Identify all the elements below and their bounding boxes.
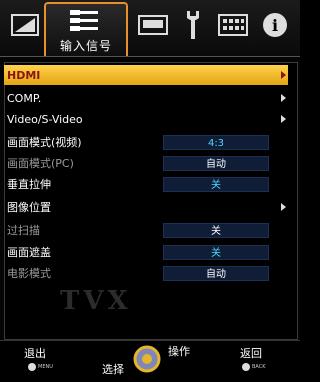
- menu-item-label: 画面模式(PC): [7, 157, 74, 170]
- chevron-right-icon: [281, 115, 286, 123]
- menu-item-label: 画面遮盖: [7, 246, 51, 259]
- tab-screen[interactable]: [134, 6, 172, 44]
- tab-input-signal-label: 输入信号: [59, 38, 112, 53]
- input-signal-icon: [70, 9, 98, 31]
- aspect-video-value[interactable]: 4:3: [163, 134, 269, 150]
- menu-item-aspect-video[interactable]: 画面模式(视频) 4:3: [4, 132, 288, 152]
- tab-bar: 输入信号 i: [0, 0, 300, 57]
- tab-input-signal[interactable]: 输入信号: [44, 2, 128, 56]
- chevron-right-icon: [281, 203, 286, 211]
- menu-item-screen-mask[interactable]: 画面遮盖 关: [4, 242, 288, 262]
- watermark-logo: TVX: [60, 286, 132, 316]
- menu-item-label: 图像位置: [7, 201, 51, 214]
- screen-icon: [138, 15, 168, 35]
- select-label: 选择: [102, 363, 124, 376]
- vertical-stretch-value[interactable]: 关: [163, 176, 269, 192]
- dpad-icon: [133, 345, 161, 373]
- tab-picture[interactable]: [6, 6, 44, 44]
- setup-wrench-icon: [187, 11, 199, 39]
- menu-button-icon: [28, 363, 36, 371]
- menu-item-label: 垂直拉伸: [7, 178, 51, 191]
- menu-item-label: HDMI: [7, 68, 41, 82]
- menu-item-label: 电影模式: [7, 267, 51, 280]
- menu-item-comp[interactable]: COMP.: [4, 88, 288, 108]
- chevron-right-icon: [281, 71, 286, 79]
- menu-item-aspect-pc: 画面模式(PC) 自动: [4, 153, 288, 173]
- menu-item-image-position[interactable]: 图像位置: [4, 197, 288, 217]
- back-button-text: BACK: [252, 364, 266, 370]
- menu-button-text: MENU: [38, 364, 53, 370]
- keyboard-icon: [218, 14, 248, 36]
- tab-info[interactable]: i: [256, 6, 294, 44]
- menu-button-hint: MENU: [28, 363, 53, 371]
- aspect-pc-value: 自动: [163, 155, 269, 171]
- menu-item-video-svideo[interactable]: Video/S-Video: [4, 109, 288, 129]
- info-icon-glyph: i: [272, 16, 278, 35]
- chevron-right-icon: [281, 94, 286, 102]
- menu-item-hdmi[interactable]: HDMI: [4, 65, 288, 85]
- operate-label: 操作: [168, 345, 190, 358]
- back-label: 返回: [240, 347, 262, 360]
- info-icon: i: [263, 13, 287, 37]
- menu-item-label: COMP.: [7, 91, 42, 105]
- tab-setup[interactable]: [174, 6, 212, 44]
- back-button-icon: [242, 363, 250, 371]
- menu-item-label: 画面模式(视频): [7, 136, 82, 149]
- overscan-value: 关: [163, 222, 269, 238]
- osd-menu: 输入信号 i HDMI COMP. Video/S-Video 画面模式(视频)…: [0, 0, 300, 382]
- menu-item-film-mode: 电影模式 自动: [4, 263, 288, 283]
- menu-item-vertical-stretch[interactable]: 垂直拉伸 关: [4, 174, 288, 194]
- footer-help-bar: 退出 MENU 选择 操作 返回 BACK: [0, 340, 300, 382]
- menu-item-overscan: 过扫描 关: [4, 220, 288, 240]
- picture-icon: [11, 14, 39, 36]
- menu-item-label: 过扫描: [7, 224, 40, 237]
- film-mode-value: 自动: [163, 265, 269, 281]
- menu-item-label: Video/S-Video: [7, 112, 83, 126]
- back-button-hint: BACK: [242, 363, 266, 371]
- exit-label: 退出: [24, 347, 46, 360]
- screen-mask-value[interactable]: 关: [163, 244, 269, 260]
- tab-keyboard[interactable]: [214, 6, 252, 44]
